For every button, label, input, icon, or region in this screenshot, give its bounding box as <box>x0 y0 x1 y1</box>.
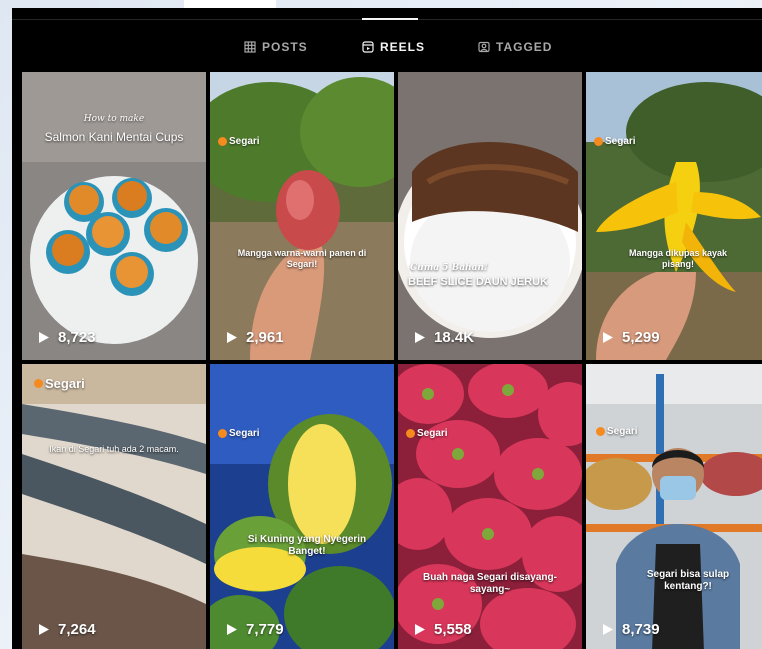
tab-reels-label: REELS <box>380 40 426 54</box>
dragon-fruit-thumbnail <box>398 364 582 649</box>
view-count: 7,779 <box>226 621 284 638</box>
reels-icon <box>362 41 374 53</box>
play-icon <box>39 624 49 635</box>
view-count: 2,961 <box>226 329 284 346</box>
view-count-value: 18.4K <box>434 329 475 346</box>
view-count-value: 2,961 <box>246 329 284 346</box>
reel-caption: Mangga warna-warni panen di Segari! <box>237 248 367 269</box>
view-count-value: 5,558 <box>434 621 472 638</box>
reel-caption: Buah naga Segari disayang-sayang~ <box>423 572 557 595</box>
play-icon <box>39 332 49 343</box>
mango-hand-thumbnail <box>210 72 394 360</box>
tab-tagged-label: TAGGED <box>496 40 553 54</box>
warehouse-person-thumbnail <box>586 364 762 649</box>
tab-reels[interactable]: REELS <box>362 30 425 64</box>
view-count: 5,558 <box>414 621 472 638</box>
tab-tagged[interactable]: TAGGED <box>478 30 552 64</box>
reel-caption: Ikan di Segari tuh ada 2 macam. <box>49 444 179 454</box>
peeled-mango-thumbnail <box>586 72 762 360</box>
view-count: 7,264 <box>38 621 96 638</box>
view-count: 18.4K <box>414 329 474 346</box>
reel-tile[interactable]: How to make Salmon Kani Mentai Cups 8,72… <box>22 72 206 360</box>
segari-logo: Segari <box>34 376 85 391</box>
reel-tile[interactable]: Segari Buah naga Segari disayang-sayang~… <box>398 364 582 649</box>
play-icon <box>227 332 237 343</box>
reel-pretitle: Cuma 5 Bahan! <box>410 263 488 273</box>
reels-grid: How to make Salmon Kani Mentai Cups 8,72… <box>22 72 762 649</box>
play-icon <box>227 624 237 635</box>
reel-tile[interactable]: Segari Segari bisa sulap kentang?! 8,739 <box>586 364 762 649</box>
segari-logo: Segari <box>218 136 260 147</box>
reel-pretitle: How to make <box>83 114 145 124</box>
grid-icon <box>244 41 256 53</box>
segari-logo: Segari <box>406 428 448 439</box>
view-count: 8,739 <box>602 621 660 638</box>
reel-caption: Mangga dikupas kayak pisang! <box>628 248 728 269</box>
segari-logo: Segari <box>218 428 260 439</box>
beef-rice-thumbnail <box>398 72 582 360</box>
tab-posts[interactable]: POSTS <box>244 30 308 64</box>
reel-tile[interactable]: Segari Mangga dikupas kayak pisang! 5,29… <box>586 72 762 360</box>
reel-tile[interactable]: Segari Si Kuning yang Nyegerin Banget! 7… <box>210 364 394 649</box>
play-icon <box>415 624 425 635</box>
tab-posts-label: POSTS <box>262 40 308 54</box>
reel-caption: Si Kuning yang Nyegerin Banget! <box>247 534 367 557</box>
play-icon <box>603 332 613 343</box>
segari-logo: Segari <box>596 426 638 437</box>
reel-title: BEEF SLICE DAUN JERUK <box>408 276 548 288</box>
reel-caption: Segari bisa sulap kentang?! <box>646 569 730 592</box>
view-count-value: 8,723 <box>58 329 96 346</box>
view-count: 8,723 <box>38 329 96 346</box>
play-icon <box>415 332 425 343</box>
watermelon-thumbnail <box>210 364 394 649</box>
view-count-value: 7,779 <box>246 621 284 638</box>
fish-thumbnail <box>22 364 206 649</box>
play-icon <box>603 624 613 635</box>
reel-tile[interactable]: Segari Ikan di Segari tuh ada 2 macam. 7… <box>22 364 206 649</box>
view-count: 5,299 <box>602 329 660 346</box>
profile-tabs: POSTS REELS TAGGED <box>12 30 762 64</box>
reel-tile[interactable]: Cuma 5 Bahan! BEEF SLICE DAUN JERUK 18.4… <box>398 72 582 360</box>
tagged-icon <box>478 41 490 53</box>
active-tab-indicator <box>362 18 418 20</box>
segari-logo: Segari <box>594 136 636 147</box>
view-count-value: 7,264 <box>58 621 96 638</box>
view-count-value: 8,739 <box>622 621 660 638</box>
view-count-value: 5,299 <box>622 329 660 346</box>
reel-title: Salmon Kani Mentai Cups <box>44 130 184 144</box>
reel-tile[interactable]: Segari Mangga warna-warni panen di Segar… <box>210 72 394 360</box>
